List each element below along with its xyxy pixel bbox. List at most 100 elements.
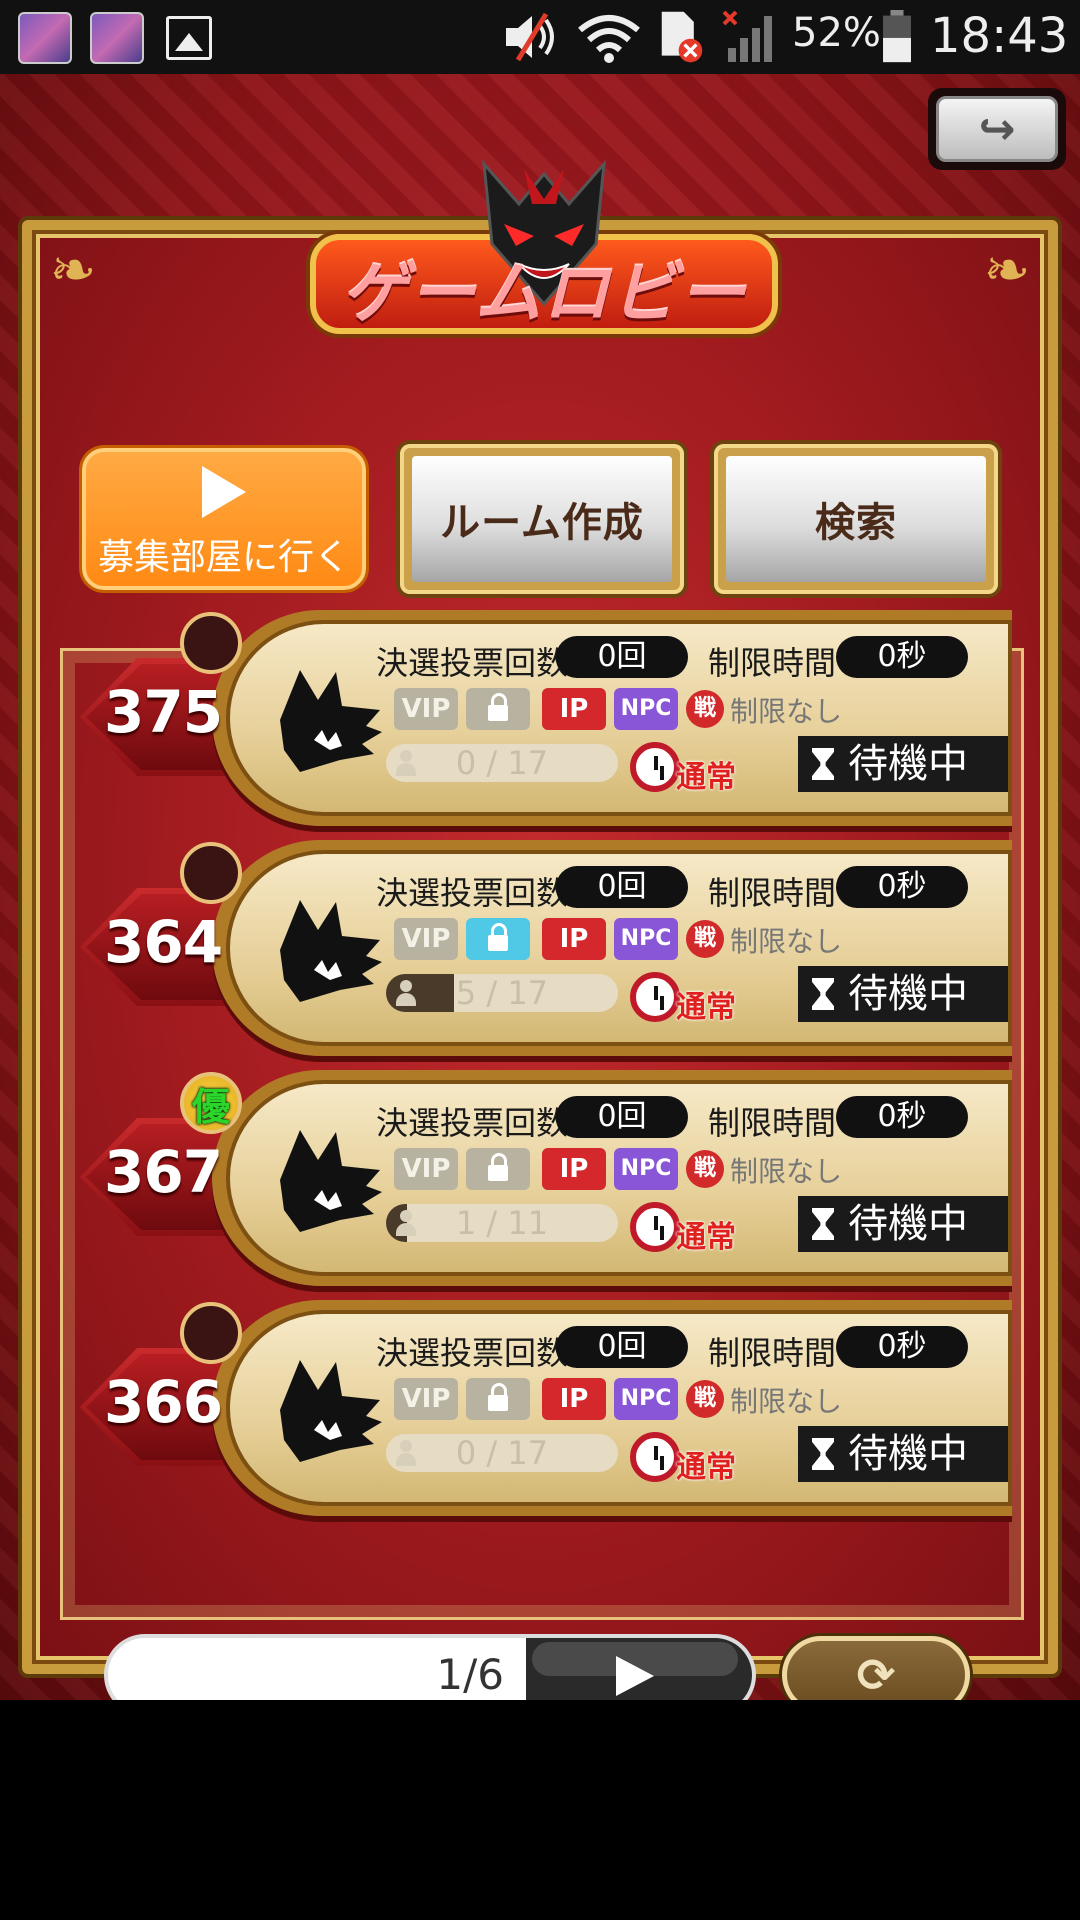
back-arrow-icon: ↪: [936, 96, 1058, 162]
hourglass-icon: [812, 1438, 834, 1470]
ip-tag: IP: [542, 918, 606, 960]
vip-tag: VIP: [394, 918, 458, 960]
time-limit-value: 0秒: [836, 1326, 968, 1368]
back-button[interactable]: ↪: [928, 88, 1066, 170]
room-number: 366: [104, 1368, 223, 1436]
vip-tag: VIP: [394, 1148, 458, 1190]
volume-muted-icon: [506, 12, 554, 62]
runoff-vote-label: 決選投票回数: [376, 874, 569, 912]
ip-tag: IP: [542, 1378, 606, 1420]
hourglass-icon: [812, 1208, 834, 1240]
room-badge: [180, 612, 242, 674]
signal-icon: [722, 10, 772, 62]
room-status-label: 待機中: [848, 1431, 968, 1477]
clock-icon: [630, 1432, 680, 1482]
lock-tag: [466, 1378, 530, 1420]
runoff-vote-count: 0回: [556, 1326, 688, 1368]
search-button[interactable]: 検索: [714, 444, 998, 594]
hourglass-icon: [812, 748, 834, 780]
battery-percent: 52%: [792, 10, 881, 56]
room-card: 決選投票回数 0回 制限時間 0秒 VIP IP NPC 戦 制限なし 5 / …: [212, 840, 1012, 1056]
werewolf-icon: [280, 670, 382, 772]
player-count-bar: 0 / 17: [386, 1434, 618, 1472]
game-mode-label: 通常: [676, 990, 736, 1025]
werewolf-icon: [280, 1360, 382, 1462]
wifi-icon: [578, 15, 640, 63]
create-room-button[interactable]: ルーム作成: [400, 444, 684, 594]
sim-error-icon: [661, 11, 703, 63]
lock-icon: [488, 693, 508, 721]
runoff-vote-label: 決選投票回数: [376, 644, 569, 682]
room-row[interactable]: 366 決選投票回数 0回 制限時間 0秒 VIP IP NPC 戦 制限なし: [80, 1300, 1012, 1516]
hourglass-icon: [812, 978, 834, 1010]
room-number: 364: [104, 908, 223, 976]
go-recruiting-room-button[interactable]: 募集部屋に行く: [82, 448, 366, 590]
page-title: ゲームロビー: [340, 255, 748, 332]
restriction-label: 制限なし: [730, 1155, 843, 1188]
title-plate: ゲームロビー: [300, 154, 788, 344]
app-notification-icon: [90, 12, 144, 64]
npc-tag: NPC: [614, 1378, 678, 1420]
restriction-label: 制限なし: [730, 1385, 843, 1418]
room-status-label: 待機中: [848, 1201, 968, 1247]
room-row[interactable]: 367 優 決選投票回数 0回 制限時間 0秒 VIP IP NPC 戦 制限な…: [80, 1070, 1012, 1286]
time-limit-label: 制限時間: [708, 874, 837, 912]
lock-tag: [466, 688, 530, 730]
search-label: 検索: [726, 456, 986, 582]
room-row[interactable]: 364 決選投票回数 0回 制限時間 0秒 VIP IP NPC 戦 制限なし: [80, 840, 1012, 1056]
room-card: 決選投票回数 0回 制限時間 0秒 VIP IP NPC 戦 制限なし 1 / …: [212, 1070, 1012, 1286]
npc-tag: NPC: [614, 918, 678, 960]
room-status: 待機中: [798, 1426, 1008, 1482]
time-limit-value: 0秒: [836, 866, 968, 908]
clock-icon: [630, 972, 680, 1022]
room-badge: [180, 1302, 242, 1364]
runoff-vote-count: 0回: [556, 866, 688, 908]
lock-icon: [488, 923, 508, 951]
room-card: 決選投票回数 0回 制限時間 0秒 VIP IP NPC 戦 制限なし 0 / …: [212, 610, 1012, 826]
werewolf-icon: [280, 1130, 382, 1232]
clock-time: 18:43: [930, 8, 1069, 64]
room-status-label: 待機中: [848, 971, 968, 1017]
time-limit-label: 制限時間: [708, 1334, 837, 1372]
status-bar: 52% 18:43: [0, 0, 1080, 74]
player-count-bar: 0 / 17: [386, 744, 618, 782]
corner-ornament-icon: ❧: [983, 238, 1031, 303]
lock-tag: [466, 1148, 530, 1190]
player-count: 0 / 17: [455, 1434, 549, 1472]
runoff-vote-count: 0回: [556, 636, 688, 678]
winner-badge: 優: [180, 1072, 242, 1134]
empty-area: [0, 1700, 1080, 1920]
player-count: 5 / 17: [455, 974, 549, 1012]
room-card: 決選投票回数 0回 制限時間 0秒 VIP IP NPC 戦 制限なし 0 / …: [212, 1300, 1012, 1516]
battle-icon: 戦: [686, 920, 724, 958]
battery-icon: [883, 10, 911, 63]
room-status: 待機中: [798, 966, 1008, 1022]
room-number: 367: [104, 1138, 223, 1206]
game-mode-label: 通常: [676, 760, 736, 795]
clock-icon: [630, 742, 680, 792]
time-limit-value: 0秒: [836, 636, 968, 678]
restriction-label: 制限なし: [730, 695, 843, 728]
player-count-bar: 1 / 11: [386, 1204, 618, 1242]
create-room-label: ルーム作成: [412, 456, 672, 582]
room-status: 待機中: [798, 1196, 1008, 1252]
runoff-vote-label: 決選投票回数: [376, 1104, 569, 1142]
lock-icon: [488, 1383, 508, 1411]
game-mode-label: 通常: [676, 1450, 736, 1485]
werewolf-icon: [280, 900, 382, 1002]
player-count: 0 / 17: [455, 744, 549, 782]
refresh-icon: ⟳: [856, 1648, 896, 1702]
battle-icon: 戦: [686, 690, 724, 728]
restriction-label: 制限なし: [730, 925, 843, 958]
ip-tag: IP: [542, 1148, 606, 1190]
room-badge: [180, 842, 242, 904]
battle-icon: 戦: [686, 1380, 724, 1418]
play-icon: [616, 1656, 654, 1696]
winner-badge-label: 優: [191, 1084, 230, 1129]
play-icon: [202, 466, 246, 518]
corner-ornament-icon: ❧: [49, 238, 97, 303]
lock-tag: [466, 918, 530, 960]
room-row[interactable]: 375 決選投票回数 0回 制限時間 0秒 VIP IP NPC 戦 制限なし: [80, 610, 1012, 826]
vip-tag: VIP: [394, 688, 458, 730]
ip-tag: IP: [542, 688, 606, 730]
